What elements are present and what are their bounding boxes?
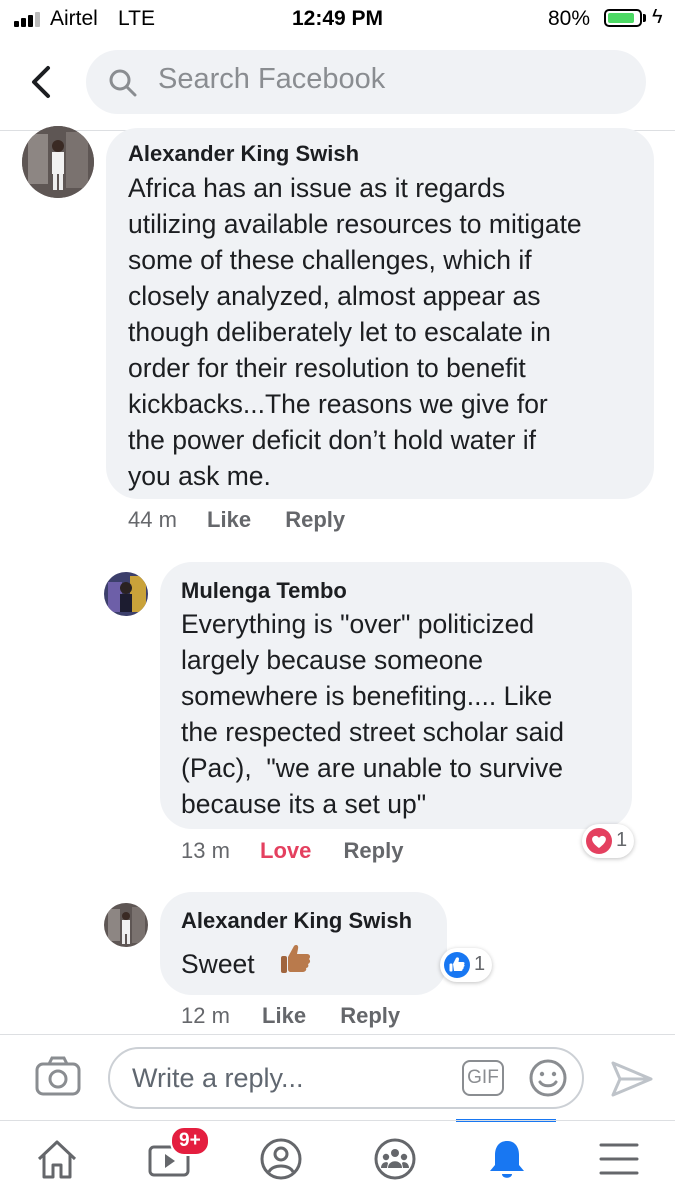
camera-button[interactable] [34,1055,82,1099]
home-icon [37,1140,77,1179]
reply-button[interactable]: Reply [340,1003,400,1028]
avatar[interactable] [104,903,148,947]
comment-actions: 44 m Like Reply [128,507,345,533]
reaction-count: 1 [474,953,486,975]
reaction-count: 1 [616,829,628,851]
tab-groups[interactable] [340,1121,450,1201]
comment-text: Africa has an issue as it regards utiliz… [128,170,582,494]
avatar[interactable] [104,572,148,616]
menu-icon [599,1143,639,1175]
tab-notifications[interactable] [452,1121,562,1201]
like-button[interactable]: Like [207,507,251,532]
comment-author[interactable]: Alexander King Swish [181,908,412,934]
comment-line: you ask me. [128,461,271,491]
comment-line: utilizing available resources to mitigat… [128,209,582,239]
gif-label: GIF [467,1067,499,1088]
notifications-icon [490,1141,524,1178]
reply-input[interactable] [132,1063,452,1094]
status-bar: Airtel LTE 12:49 PM 80% ϟ [0,0,675,38]
tab-profile[interactable] [226,1121,336,1201]
comment-time: 12 m [181,1003,230,1028]
search-icon [109,69,137,97]
reaction-badge[interactable]: 1 [440,948,492,982]
comment-line: somewhere is benefiting.... Like [181,681,553,711]
profile-icon [260,1138,302,1180]
smiley-icon [529,1059,567,1097]
groups-icon [374,1138,416,1180]
comment-line: because its a set up" [181,789,427,819]
send-icon [611,1061,653,1097]
battery-percent: 80% [548,7,591,30]
comment-line: some of these challenges, which if [128,245,532,275]
comment-text: Sweet [181,949,255,979]
reply-input-container[interactable]: GIF [108,1047,584,1109]
comment-bubble[interactable]: Mulenga Tembo Everything is "over" polit… [160,562,632,829]
camera-icon [35,1056,81,1096]
like-icon [444,952,470,978]
love-button[interactable]: Love [260,838,311,863]
tab-menu[interactable] [564,1121,674,1201]
emoji-button[interactable] [528,1058,568,1098]
tab-home[interactable] [2,1121,112,1201]
reply-button[interactable]: Reply [344,838,404,863]
search-bar[interactable] [86,50,646,114]
video-notification-badge: 9+ [170,1126,210,1156]
comment-bubble[interactable]: Alexander King Swish Sweet [160,892,447,995]
comment-time: 13 m [181,838,230,863]
heart-icon [586,828,612,854]
comment-line: Everything is "over" politicized [181,609,535,639]
search-input[interactable] [158,63,628,96]
comment-line: Africa has an issue as it regards [128,173,506,203]
reply-bar: GIF [0,1034,675,1121]
back-button[interactable] [26,64,56,100]
comment-line: the power deficit don’t hold water if [128,425,537,455]
comment-line: order for their resolution to benefit [128,353,526,383]
comment-actions: 12 m Like Reply [181,1003,400,1029]
tab-bar [0,1120,675,1201]
search-header [0,38,675,131]
reaction-badge[interactable]: 1 [582,824,634,858]
comment-line: largely because someone [181,645,483,675]
comment-line: kickbacks...The reasons we give for [128,389,548,419]
battery-icon [604,9,642,27]
comment-author[interactable]: Mulenga Tembo [181,578,347,604]
charging-icon: ϟ [652,6,663,28]
comment-line: (Pac), "we are unable to survive [181,753,564,783]
like-button[interactable]: Like [262,1003,306,1028]
avatar[interactable] [22,126,94,198]
thumbs-up-icon [281,945,311,973]
comment-author[interactable]: Alexander King Swish [128,141,359,167]
comment-time: 44 m [128,507,177,532]
comment-line: the respected street scholar said [181,717,564,747]
send-button[interactable] [610,1059,654,1099]
comment-line: closely analyzed, almost appear as [128,281,541,311]
comment-bubble[interactable]: Alexander King Swish Africa has an issue… [106,128,654,499]
comment-text: Everything is "over" politicized largely… [181,606,564,822]
battery-tip [643,14,646,22]
reply-button[interactable]: Reply [285,507,345,532]
chevron-left-icon [32,66,50,98]
comment-line: though deliberately let to escalate in [128,317,551,347]
comment-actions: 13 m Love Reply [181,838,403,864]
gif-button[interactable]: GIF [462,1060,504,1096]
